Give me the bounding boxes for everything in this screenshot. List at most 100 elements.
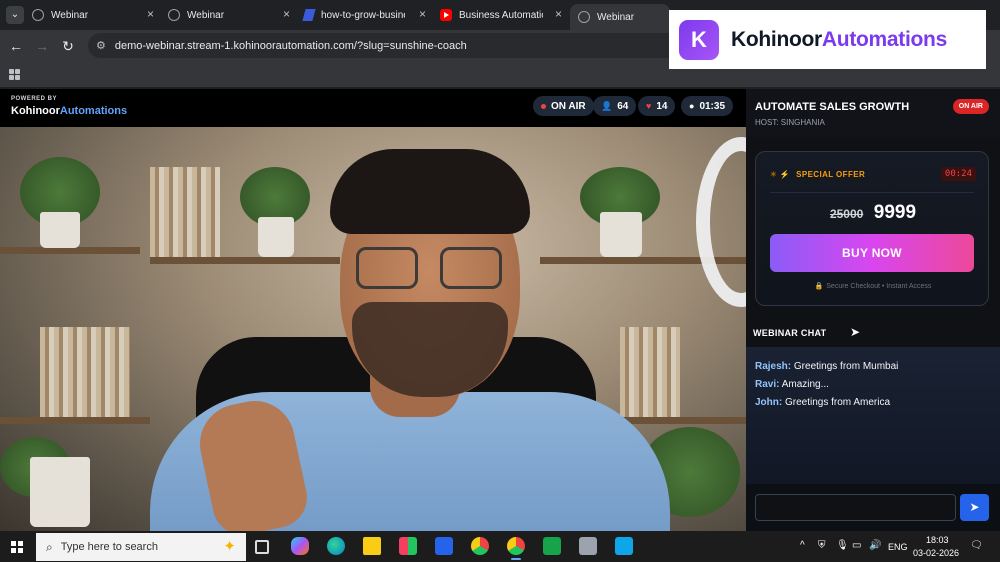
likes-pill[interactable]: ♥ 14 (638, 96, 676, 116)
new-price: 9999 (873, 202, 917, 223)
task-view-icon[interactable] (255, 540, 269, 554)
user-icon: 👤 (601, 100, 613, 111)
webinar-sidebar: AUTOMATE SALES GROWTH HOST: SINGHANIA ON… (746, 89, 1000, 531)
chat-user: Rajesh: (755, 361, 792, 372)
secure-text: Secure Checkout • Instant Access (826, 283, 932, 290)
pot (258, 217, 294, 257)
brand-part2: Automations (59, 105, 128, 117)
chrome-icon[interactable] (471, 537, 489, 555)
apps-grid-icon[interactable] (9, 69, 20, 80)
chat-message: Rajesh: Greetings from Mumbai (755, 361, 898, 372)
outlook-icon[interactable] (435, 537, 453, 555)
shelf (150, 257, 340, 264)
clock-time[interactable]: 18:03 (926, 535, 949, 545)
special-offer-label: ✶ ⚡ SPECIAL OFFER (770, 170, 865, 179)
sidebar-header: AUTOMATE SALES GROWTH HOST: SINGHANIA ON… (746, 89, 1000, 137)
powered-by-label: POWERED BY (11, 96, 58, 102)
youtube-icon (440, 9, 452, 21)
chat-input[interactable] (755, 494, 956, 521)
webinar-title: AUTOMATE SALES GROWTH (755, 101, 910, 113)
books (40, 327, 130, 417)
stage-header: POWERED BY KohinoorAutomations ON AIR 👤 … (0, 89, 746, 125)
pot (40, 212, 80, 248)
tab-search-chevron-icon[interactable]: ⌄ (6, 6, 24, 24)
address-bar[interactable]: ⚙ demo-webinar.stream-1.kohinoorautomati… (88, 33, 688, 58)
globe-icon (578, 11, 590, 23)
search-icon: ⌕ (46, 539, 53, 554)
language-indicator[interactable]: ENG (888, 542, 908, 552)
windows-start-icon[interactable] (11, 541, 23, 553)
books (150, 167, 220, 257)
logo-word-part1: Kohinoor (731, 27, 822, 51)
store-icon[interactable] (399, 537, 417, 555)
edge-icon[interactable] (327, 537, 345, 555)
tab-title: Webinar (597, 11, 635, 23)
chrome-active-icon[interactable] (507, 537, 525, 560)
app-icon[interactable] (579, 537, 597, 555)
chat-text: Greetings from America (785, 397, 891, 408)
terminal-icon[interactable] (615, 537, 633, 555)
close-icon[interactable]: × (419, 7, 426, 21)
buy-now-button[interactable]: BUY NOW (770, 234, 974, 272)
pot (600, 212, 642, 257)
elapsed-time: 01:35 (699, 100, 726, 112)
chat-messages: Rajesh: Greetings from Mumbai Ravi: Amaz… (746, 347, 1000, 484)
file-explorer-icon[interactable] (363, 537, 381, 555)
tab-business-automation[interactable]: Business Automation × (440, 4, 568, 26)
send-button[interactable]: ➤ (960, 494, 989, 521)
close-icon[interactable]: × (283, 7, 290, 21)
close-icon[interactable]: × (147, 7, 154, 21)
books (620, 327, 680, 417)
site-settings-icon[interactable]: ⚙ (96, 39, 106, 52)
chat-message: John: Greetings from America (755, 397, 890, 408)
tab-title: Webinar (187, 9, 225, 21)
excel-icon[interactable] (543, 537, 561, 555)
clock-date[interactable]: 03-02-2026 (913, 548, 959, 558)
offer-label-text: SPECIAL OFFER (796, 170, 866, 179)
volume-icon[interactable]: 🔊 (869, 540, 881, 551)
viewer-count: 64 (617, 100, 629, 112)
microphone-icon[interactable]: 🎙 (836, 540, 849, 551)
lightning-icon: ✶ ⚡ (770, 170, 791, 179)
security-icon[interactable]: ⛨ (818, 540, 826, 551)
chat-text: Greetings from Mumbai (793, 361, 899, 372)
close-icon[interactable]: × (555, 7, 562, 21)
brand-part1: Kohinoor (11, 105, 60, 117)
search-placeholder: Type here to search (60, 541, 158, 553)
sparkle-icon: ✦ (223, 538, 236, 555)
globe-icon (32, 9, 44, 21)
webinar-page: POWERED BY KohinoorAutomations ON AIR 👤 … (0, 89, 1000, 531)
tab-webinar-active[interactable]: Webinar (570, 4, 670, 30)
reload-icon[interactable]: ↻ (60, 38, 76, 54)
notification-icon[interactable]: 🗨 (970, 540, 983, 551)
offer-countdown: 00:24 (940, 167, 976, 181)
video-player[interactable] (0, 127, 746, 531)
forward-arrow-icon[interactable]: → (34, 38, 50, 54)
clock-icon: ● (689, 101, 695, 111)
tab-webinar-2[interactable]: Webinar × (168, 4, 296, 26)
like-count: 14 (656, 100, 668, 112)
tab-title: how-to-grow-busine (321, 9, 405, 21)
taskbar-search[interactable]: ⌕ Type here to search ✦ (36, 533, 246, 561)
chat-footer: ➤ (746, 484, 1000, 531)
on-air-label: ON AIR (551, 100, 586, 112)
brand-logo-overlay: K KohinoorAutomations (669, 10, 986, 69)
back-arrow-icon[interactable]: ← (8, 38, 24, 54)
network-icon[interactable]: ▭ (852, 540, 861, 551)
glasses-right-lens (440, 247, 502, 289)
chat-message: Ravi: Amazing... (755, 379, 829, 390)
tray-chevron-icon[interactable]: ^ (800, 540, 805, 551)
tab-how-to-grow[interactable]: how-to-grow-busine × (302, 4, 432, 26)
viewers-pill: 👤 64 (593, 96, 637, 116)
globe-icon (168, 9, 180, 21)
copilot-icon[interactable] (291, 537, 309, 555)
shelf (0, 247, 140, 254)
presenter-hair (330, 149, 530, 234)
timer-pill: ● 01:35 (681, 96, 734, 116)
logo-badge: K (679, 19, 719, 60)
send-icon: ➤ (969, 500, 980, 514)
price-row: 25000 9999 (756, 202, 990, 224)
document-icon (302, 9, 316, 21)
windows-taskbar: ⌕ Type here to search ✦ ^ ⛨ 🎙 ▭ 🔊 ENG 18… (0, 531, 1000, 562)
tab-webinar-1[interactable]: Webinar × (32, 4, 160, 26)
